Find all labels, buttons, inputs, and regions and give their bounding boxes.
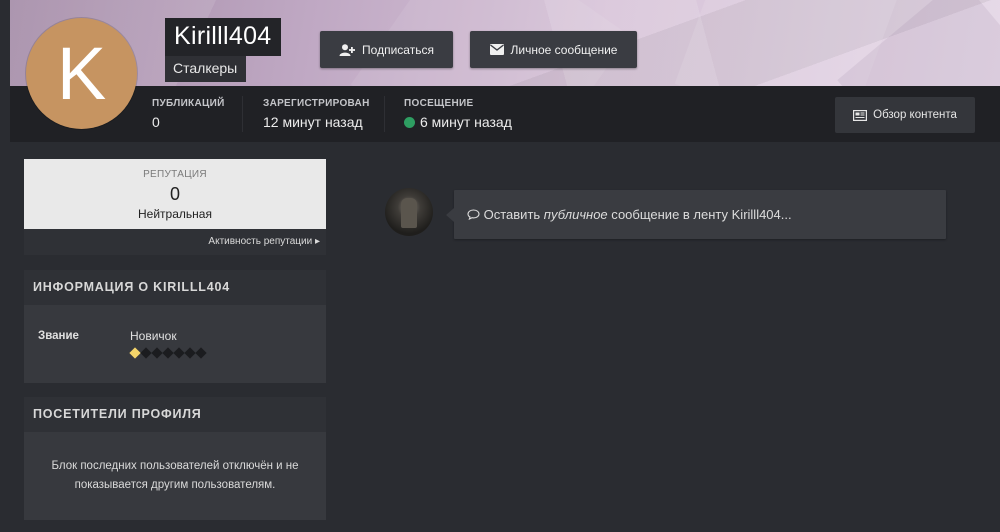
user-plus-icon [339,43,356,56]
stat-posts: ПУБЛИКАЦИЙ 0 [152,98,225,130]
stat-joined-value: 12 минут назад [263,114,363,130]
avatar-letter: K [56,32,107,115]
info-panel-title: ИНФОРМАЦИЯ О KIRILLL404 [24,270,326,306]
status-emphasis: публичное [543,207,608,222]
stat-joined: ЗАРЕГИСТРИРОВАН 12 минут назад [263,98,370,130]
online-indicator-icon [404,116,415,128]
profile-group: Сталкеры [165,56,247,82]
avatar[interactable]: K [26,18,137,129]
rank-pip-icon [140,347,152,359]
rank-key: Звание [38,330,79,342]
reputation-text: Нейтральная [138,207,212,221]
rank-pip-icon [151,347,163,359]
reputation-activity-link[interactable]: Активность репутации ▸ [24,229,326,255]
visitors-panel-message: Блок последних пользователей отключён и … [24,432,326,520]
reputation-activity-label: Активность репутации [208,236,313,247]
private-message-button[interactable]: Личное сообщение [470,31,637,68]
content-overview-label: Обзор контента [873,109,957,121]
stat-last-visit: ПОСЕЩЕНИЕ 6 минут назад [404,98,512,130]
rank-pip-icon [129,347,141,359]
content-overview-button[interactable]: Обзор контента [835,97,975,133]
stat-visit-label: ПОСЕЩЕНИЕ [404,98,474,109]
info-panel: Звание Новичок [24,305,326,383]
visitors-panel-title: ПОСЕТИТЕЛИ ПРОФИЛЯ [24,397,326,433]
stat-visit-row: 6 минут назад [404,114,512,130]
rank-value: Новичок [130,329,177,343]
reputation-label: РЕПУТАЦИЯ [143,169,207,180]
reputation-box: РЕПУТАЦИЯ 0 Нейтральная [24,159,326,229]
stat-joined-label: ЗАРЕГИСТРИРОВАН [263,98,370,109]
status-suffix: сообщение в ленту Kirilll404... [611,207,792,222]
profile-username: Kirilll404 [165,18,282,56]
reputation-value: 0 [169,184,180,204]
rank-pip-icon [195,347,207,359]
follow-button[interactable]: Подписаться [320,31,453,68]
status-prefix: Оставить [483,207,541,222]
comment-icon [467,207,484,222]
stat-divider [384,96,385,132]
newspaper-icon [853,109,868,121]
rank-pip-icon [162,347,174,359]
stat-posts-value: 0 [152,114,160,130]
current-user-avatar [385,188,433,236]
stat-posts-label: ПУБЛИКАЦИЙ [152,98,225,109]
envelope-icon [489,44,504,55]
stat-visit-value: 6 минут назад [420,114,512,130]
rank-pip-icon [173,347,185,359]
caret-right-icon: ▸ [314,236,320,247]
status-composer[interactable]: Оставить публичное сообщение в ленту Kir… [446,190,946,239]
follow-label: Подписаться [362,42,434,57]
message-label: Личное сообщение [510,42,618,57]
stat-divider [242,96,243,132]
rank-pips [129,347,207,359]
rank-pip-icon [184,347,196,359]
